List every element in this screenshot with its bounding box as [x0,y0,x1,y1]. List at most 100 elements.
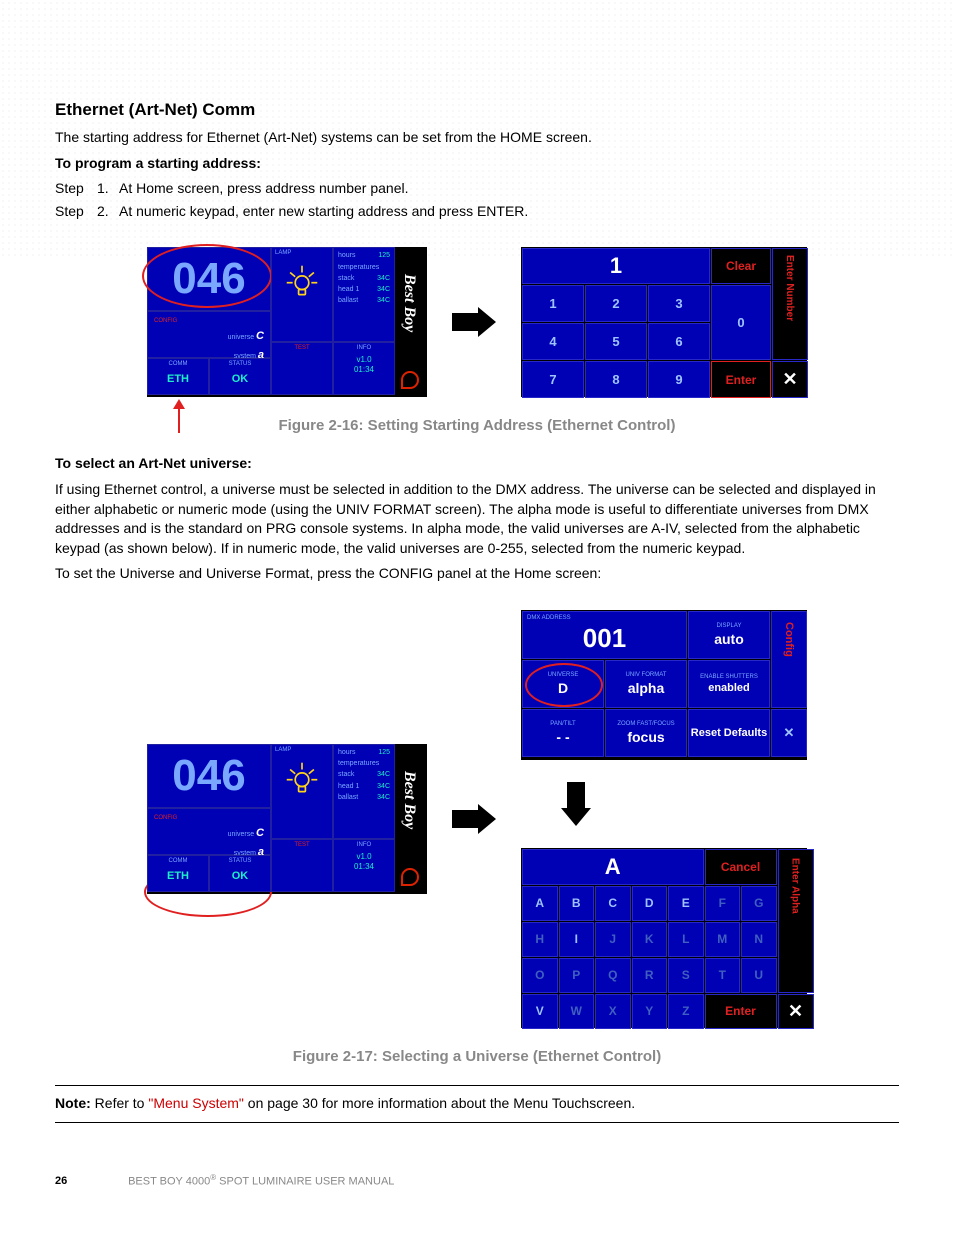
close-button[interactable]: ✕ [771,709,807,757]
home-screen-2: 046 LAMP hours 125 temperatures stack 34… [147,744,427,894]
key-C[interactable]: C [595,886,631,921]
enter-button[interactable]: Enter [711,361,771,398]
arrow-right-icon [452,804,496,834]
pantilt-field[interactable]: PAN/TILT- - [522,709,604,757]
key-L[interactable]: L [668,922,704,957]
info-panel[interactable]: INFO v1.001:34 [333,342,395,395]
config-panel[interactable]: CONFIG universe C system a [147,311,271,358]
key-2[interactable]: 2 [585,285,647,322]
key-N[interactable]: N [741,922,777,957]
test-panel[interactable]: TEST [271,839,333,892]
divider [55,1085,899,1086]
key-Z[interactable]: Z [668,994,704,1029]
key-1[interactable]: 1 [522,285,584,322]
display-field[interactable]: DISPLAYauto [688,611,770,659]
menu-system-link[interactable]: "Menu System" [148,1095,244,1111]
key-S[interactable]: S [668,958,704,993]
figure-2-16: 046 LAMP hours 125 [55,247,899,397]
temps-panel: hours 125 temperatures stack 34C head 1 … [333,744,395,839]
universe-field[interactable]: UNIVERSED [522,660,604,708]
section-heading: Ethernet (Art-Net) Comm [55,100,899,120]
para3: To set the Universe and Universe Format,… [55,564,899,584]
key-F[interactable]: F [705,886,741,921]
step-1: Step1.At Home screen, press address numb… [55,179,899,199]
key-A[interactable]: A [522,886,558,921]
bulb-icon [285,264,319,298]
address-panel[interactable]: 046 [147,744,271,808]
key-W[interactable]: W [559,994,595,1029]
reset-button[interactable]: Reset Defaults [688,709,770,757]
key-P[interactable]: P [559,958,595,993]
para2: If using Ethernet control, a universe mu… [55,480,899,558]
brand-strip: Best Boy [395,247,425,395]
key-E[interactable]: E [668,886,704,921]
page-footer: 26 BEST BOY 4000® SPOT LUMINAIRE USER MA… [55,1173,899,1188]
comm-panel[interactable]: COMMETH [147,855,209,892]
keypad-display: 1 [522,248,710,284]
alpha-keypad: A Cancel Enter Alpha A B C D E F G H I J… [521,848,807,1028]
key-R[interactable]: R [632,958,668,993]
key-7[interactable]: 7 [522,361,584,398]
dmx-address-field[interactable]: DMX ADDRESS 001 [522,611,687,659]
key-8[interactable]: 8 [585,361,647,398]
key-K[interactable]: K [632,922,668,957]
shutters-field[interactable]: ENABLE SHUTTERSenabled [688,660,770,708]
key-B[interactable]: B [559,886,595,921]
key-Q[interactable]: Q [595,958,631,993]
test-panel[interactable]: TEST [271,342,333,395]
alpha-side-label: Enter Alpha [778,849,814,993]
info-panel[interactable]: INFO v1.001:34 [333,839,395,892]
key-6[interactable]: 6 [648,323,710,360]
clear-button[interactable]: Clear [711,248,771,284]
config-panel[interactable]: CONFIG universe C system a [147,808,271,855]
key-T[interactable]: T [705,958,741,993]
swirl-icon [401,868,419,886]
config-side-label: Config [771,611,807,708]
univ-format-field[interactable]: UNIV FORMATalpha [605,660,687,708]
status-panel[interactable]: STATUSOK [209,358,271,395]
intro-text: The starting address for Ethernet (Art-N… [55,128,899,148]
swirl-icon [401,371,419,389]
divider [55,1122,899,1123]
key-J[interactable]: J [595,922,631,957]
key-3[interactable]: 3 [648,285,710,322]
figure-2-17-top: 046 LAMP hours 125 temperatures stack 34… [55,610,899,1028]
note-text: Note: Refer to "Menu System" on page 30 … [55,1094,899,1114]
home-screen: 046 LAMP hours 125 [147,247,427,397]
key-Y[interactable]: Y [632,994,668,1029]
alpha-display: A [522,849,704,885]
key-U[interactable]: U [741,958,777,993]
lamp-panel[interactable]: LAMP [271,744,333,839]
step-2: Step2.At numeric keypad, enter new start… [55,202,899,222]
key-4[interactable]: 4 [522,323,584,360]
config-column: DMX ADDRESS 001 DISPLAYauto UNIVERSED UN… [521,610,807,1028]
procedure2-title: To select an Art-Net universe: [55,454,899,474]
key-I[interactable]: I [559,922,595,957]
zoom-field[interactable]: ZOOM FAST/FOCUSfocus [605,709,687,757]
key-5[interactable]: 5 [585,323,647,360]
comm-panel[interactable]: COMMETH [147,358,209,395]
status-panel[interactable]: STATUSOK [209,855,271,892]
procedure1-title: To program a starting address: [55,154,899,174]
key-V[interactable]: V [522,994,558,1029]
keypad-side-label: Enter Number [772,248,808,360]
numeric-keypad: 1 Clear Enter Number 1 2 3 0 4 5 6 7 8 9… [521,247,807,397]
key-0[interactable]: 0 [711,285,771,360]
close-button[interactable]: ✕ [772,361,808,398]
figure2-caption: Figure 2-17: Selecting a Universe (Ether… [55,1046,899,1067]
alpha-close-button[interactable]: ✕ [778,994,814,1029]
key-G[interactable]: G [741,886,777,921]
key-D[interactable]: D [632,886,668,921]
key-9[interactable]: 9 [648,361,710,398]
key-X[interactable]: X [595,994,631,1029]
arrow-down-icon [561,782,591,826]
key-O[interactable]: O [522,958,558,993]
cancel-button[interactable]: Cancel [705,849,777,885]
lamp-panel[interactable]: LAMP [271,247,333,342]
home-wrapper: 046 LAMP hours 125 [147,247,427,397]
alpha-enter-button[interactable]: Enter [705,994,777,1029]
address-panel[interactable]: 046 [147,247,271,311]
key-H[interactable]: H [522,922,558,957]
key-M[interactable]: M [705,922,741,957]
arrow-up-icon [169,399,189,433]
